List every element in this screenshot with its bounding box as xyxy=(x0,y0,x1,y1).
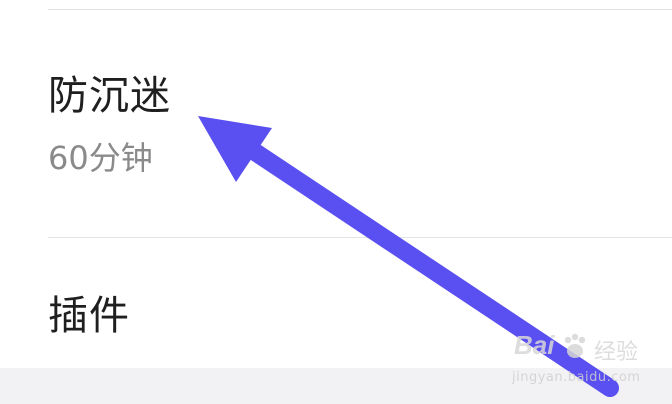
watermark-suffix: 经验 xyxy=(594,340,639,365)
setting-anti-addiction[interactable]: 防沉迷 60分钟 xyxy=(48,10,672,236)
watermark-url: jingyan.baidu.com xyxy=(512,370,641,385)
baidu-paw-icon xyxy=(564,333,586,358)
settings-screen: 防沉迷 60分钟 插件 Bai 经验 jingyan.baidu.com xyxy=(0,0,672,404)
watermark: Bai 经验 jingyan.baidu.com xyxy=(508,326,658,396)
watermark-brand: Bai xyxy=(514,330,555,360)
setting-title: 插件 xyxy=(48,293,130,339)
setting-title: 防沉迷 xyxy=(48,73,171,119)
setting-value: 60分钟 xyxy=(48,139,153,177)
